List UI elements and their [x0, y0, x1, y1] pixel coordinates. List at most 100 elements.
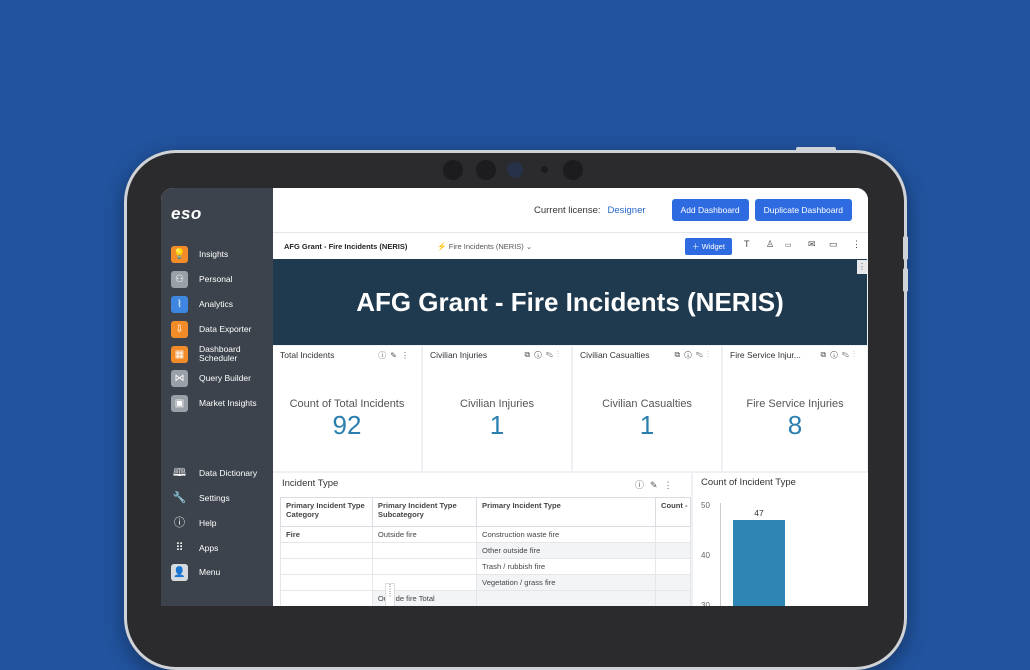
sidebar-item-analytics[interactable]: ⌇ Analytics: [171, 296, 233, 313]
table-cell: [476, 590, 656, 606]
layers-icon[interactable]: ⧉: [821, 350, 831, 359]
export-icon: ⇩: [171, 321, 188, 338]
kpi-label: Civilian Casualties: [602, 398, 692, 410]
sidebar-item-label: Insights: [199, 249, 229, 259]
email-icon[interactable]: ✉: [808, 239, 816, 250]
y-axis: [720, 503, 721, 606]
more-vertical-icon[interactable]: ⋮: [664, 480, 679, 490]
kpi-label: Fire Service Injuries: [746, 398, 844, 410]
sidebar-item-data-dictionary[interactable]: 🕮 Data Dictionary: [171, 465, 257, 482]
table-cell: Construction waste fire: [476, 526, 656, 543]
banner-title: AFG Grant - Fire Incidents (NERIS): [356, 286, 784, 317]
duplicate-dashboard-button[interactable]: Duplicate Dashboard: [754, 199, 852, 221]
edit-icon[interactable]: ✎: [650, 480, 664, 490]
table-cell: [654, 542, 692, 559]
info-icon[interactable]: ⓘ: [684, 350, 695, 359]
camera-icon: [507, 162, 523, 178]
column-header[interactable]: Primary Incident Type: [476, 497, 656, 527]
tab-label: Fire Incidents (NERIS): [448, 241, 524, 251]
pdf-icon[interactable]: ▭: [785, 241, 792, 249]
sidebar-item-personal[interactable]: ⚇ Personal: [171, 271, 233, 288]
sidebar-item-menu[interactable]: 👤 Menu: [171, 564, 220, 581]
sidebar-item-label: Settings: [199, 493, 230, 503]
column-header[interactable]: Count - Incider: [654, 497, 692, 527]
sidebar-item-insights[interactable]: 💡 Insights: [171, 246, 228, 263]
sensor-icon: [563, 160, 583, 180]
sidebar-item-label: Apps: [199, 543, 219, 553]
layers-icon[interactable]: ⧉: [675, 350, 685, 359]
more-vertical-icon[interactable]: ⋮: [557, 350, 563, 359]
table-cell: [280, 542, 373, 559]
person-icon: ⚇: [171, 271, 188, 288]
kpi-label: Count of Total Incidents: [289, 398, 405, 410]
column-header[interactable]: Primary Incident Type Category: [280, 497, 373, 527]
lightbulb-icon: 💡: [171, 246, 188, 263]
tablet-side-button: [903, 236, 908, 260]
edit-icon[interactable]: ✎: [842, 350, 853, 359]
column-header[interactable]: Primary Incident Type Subcategory: [371, 497, 478, 527]
app-screen: eso 💡 Insights ⚇ Personal ⌇ Analytics ⇩ …: [161, 188, 868, 606]
table-cell: [654, 590, 692, 606]
layers-icon[interactable]: ⧉: [525, 350, 535, 359]
incident-type-table: Primary Incident Type Category Primary I…: [280, 497, 692, 606]
info-icon[interactable]: ⓘ: [830, 350, 841, 359]
sidebar-item-data-exporter[interactable]: ⇩ Data Exporter: [171, 321, 251, 338]
chart-title: Count of Incident Type: [701, 477, 796, 488]
info-icon[interactable]: ⓘ: [534, 350, 545, 359]
add-widget-button[interactable]: ＋ Widget: [685, 238, 732, 255]
sidebar-item-apps[interactable]: ⠿ Apps: [171, 540, 218, 557]
sidebar-item-help[interactable]: ⓘ Help: [171, 515, 216, 532]
more-vertical-icon[interactable]: ⋮: [853, 350, 859, 359]
kpi-card-civilian-injuries: Civilian Injuries ⧉ⓘ✎⋮ Civilian Injuries…: [423, 346, 571, 471]
info-icon[interactable]: ⓘ: [635, 480, 650, 490]
sidebar-item-settings[interactable]: 🔧 Settings: [171, 490, 230, 507]
sidebar-item-market-insights[interactable]: ▣ Market Insights: [171, 395, 257, 412]
main-content: Current license: Designer Add Dashboard …: [273, 188, 868, 606]
eso-logo: eso: [171, 204, 202, 223]
add-dashboard-button[interactable]: Add Dashboard: [671, 199, 749, 221]
card-actions[interactable]: ⧉ⓘ✎⋮: [821, 350, 860, 360]
tablet-top-button: [796, 147, 836, 152]
sensor-icon: [443, 160, 463, 180]
dashboard-title[interactable]: AFG Grant - Fire Incidents (NERIS): [284, 242, 407, 251]
table-cell: [654, 574, 692, 591]
more-vertical-icon[interactable]: ⋮: [707, 350, 713, 359]
license-value[interactable]: Designer: [608, 205, 646, 216]
license-label: Current license:: [533, 204, 601, 216]
top-bar: Current license: Designer Add Dashboard …: [273, 188, 868, 232]
edit-icon[interactable]: ✎: [696, 350, 707, 359]
card-title: Total Incidents: [280, 350, 335, 360]
card-actions[interactable]: ⓘ✎⋮: [378, 350, 413, 361]
sidebar-item-dashboard-scheduler[interactable]: ▦ Dashboard Scheduler: [171, 345, 241, 363]
card-actions[interactable]: ⧉ⓘ✎⋮: [525, 350, 564, 360]
widget-actions[interactable]: ⓘ✎⋮: [635, 478, 679, 491]
scroll-handle[interactable]: ⋮: [857, 260, 867, 274]
grid-icon: ⠿: [175, 542, 184, 554]
text-icon[interactable]: T: [744, 239, 750, 249]
sensor-icon: [541, 166, 548, 173]
widget-button-label: Widget: [701, 242, 725, 251]
table-cell: [280, 574, 373, 591]
table-header-row: Primary Incident Type Category Primary I…: [280, 497, 692, 527]
table-row: Vegetation / grass fire: [280, 574, 692, 591]
table-row: Outside fire Total: [280, 590, 692, 606]
avatar-icon: 👤: [171, 564, 188, 581]
table-cell: Fire: [280, 526, 373, 543]
edit-icon[interactable]: ✎: [390, 351, 401, 360]
more-vertical-icon[interactable]: ⋮: [401, 351, 413, 360]
widget-title: Incident Type: [282, 478, 339, 489]
edit-icon[interactable]: ✎: [546, 350, 557, 359]
chart-bar[interactable]: [733, 520, 785, 606]
table-cell: Other outside fire: [476, 542, 656, 559]
info-icon[interactable]: ⓘ: [378, 351, 390, 360]
more-vertical-icon[interactable]: ⋮: [852, 239, 861, 250]
tab-fire-incidents[interactable]: ⚡ Fire Incidents (NERIS) ⌄: [437, 242, 532, 251]
card-actions[interactable]: ⧉ⓘ✎⋮: [675, 350, 714, 360]
resize-handle[interactable]: ⋮ ⋮: [385, 583, 395, 606]
kpi-value: 92: [332, 410, 362, 440]
monitor-icon[interactable]: ▭: [829, 239, 838, 250]
kpi-value: 1: [489, 410, 505, 440]
paint-icon[interactable]: ♙: [766, 239, 774, 250]
sidebar-item-query-builder[interactable]: ⋈ Query Builder: [171, 370, 251, 387]
table-cell: [654, 526, 692, 543]
